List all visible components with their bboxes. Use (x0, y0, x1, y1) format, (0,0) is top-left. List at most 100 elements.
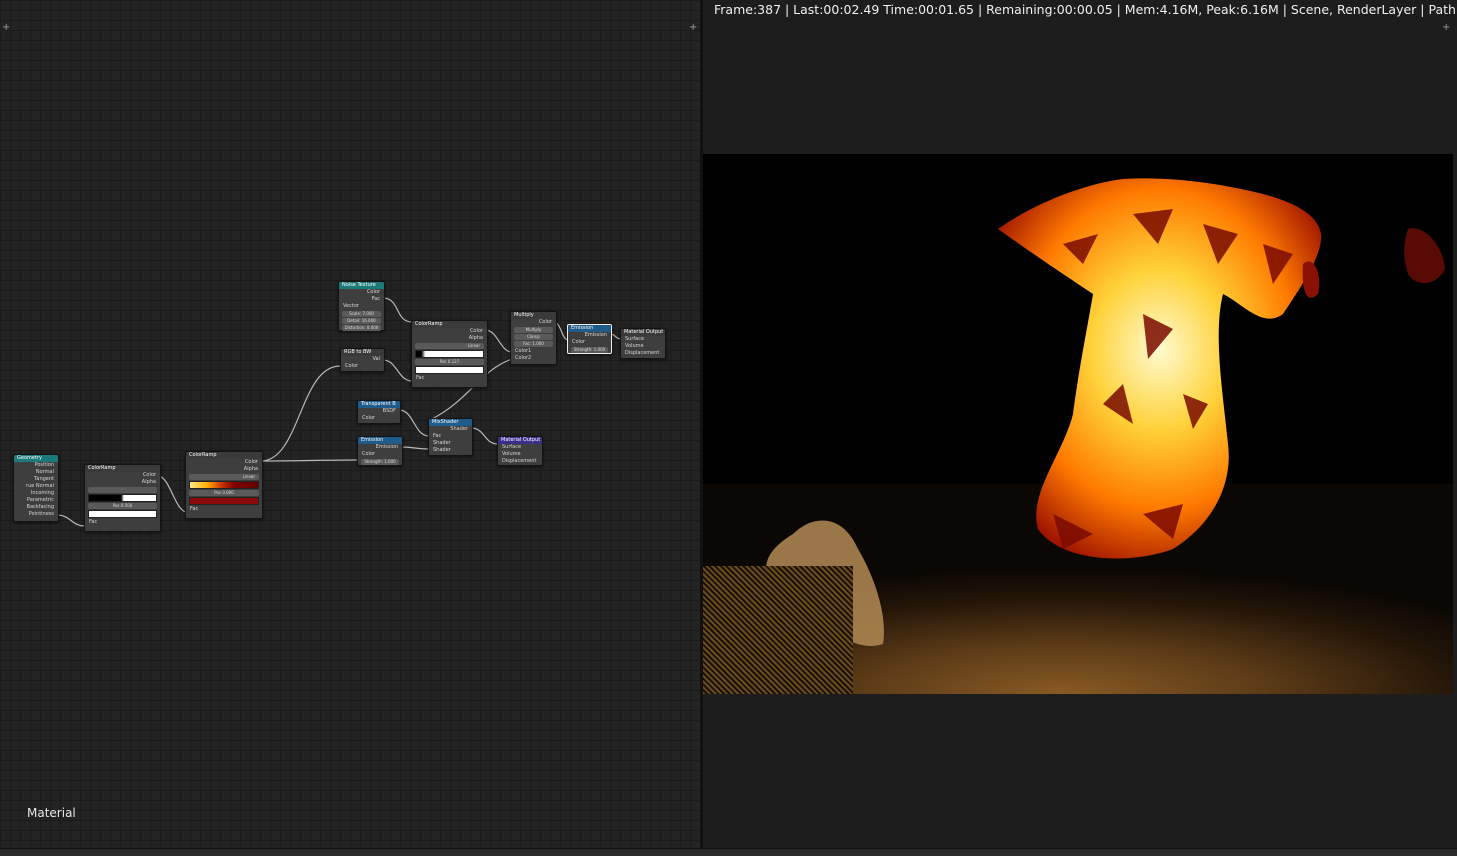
transparent-bsdf-node[interactable]: Transparent B BSDF Color (357, 400, 401, 424)
node-header[interactable]: Emission (358, 437, 402, 444)
link (484, 329, 513, 353)
interpolation-select[interactable]: Linear (415, 343, 484, 349)
strength-field[interactable]: Strength: 1.000 (361, 459, 399, 465)
input-fac: Fac (416, 375, 425, 381)
node-header[interactable]: ColorRamp (85, 465, 160, 472)
input-shader-b: Shader (433, 447, 451, 453)
fac-field[interactable]: Fac: 1.000 (514, 341, 553, 347)
input-color: Color (345, 363, 359, 369)
link (260, 365, 341, 462)
geometry-node[interactable]: Geometry Position Normal Tangent rue Nor… (13, 454, 59, 522)
input-volume: Volume (625, 343, 644, 349)
node-header[interactable]: Material Output (498, 437, 542, 444)
ramp-controls[interactable] (88, 487, 157, 493)
position-value: 0.000 (222, 490, 234, 495)
position-label: Pos (112, 503, 120, 508)
noise-texture-node[interactable]: Noise Texture Color Fac Vector Scale: 7.… (338, 281, 385, 331)
link (470, 427, 499, 445)
node-header[interactable]: Noise Texture (339, 282, 384, 289)
output-emission: Emission (584, 332, 607, 338)
noisy-render-tile (703, 566, 853, 694)
node-header[interactable]: MixShader (429, 419, 472, 426)
render-result-image (703, 154, 1453, 694)
output-incoming: Incoming (30, 490, 54, 496)
input-surface: Surface (625, 336, 645, 342)
material-label: Material (27, 806, 76, 820)
output-alpha: Alpha (141, 479, 156, 485)
interpolation-select[interactable]: Linear (189, 474, 259, 480)
input-surface: Surface (502, 444, 522, 450)
color-swatch[interactable] (88, 510, 157, 518)
input-color2: Color2 (515, 355, 532, 361)
output-bsdf: BSDF (382, 408, 396, 414)
node-header[interactable]: Transparent B (358, 401, 400, 408)
material-output-node[interactable]: Material Output Surface Volume Displacem… (620, 328, 666, 359)
strength-field[interactable]: Strength: 1.000 (571, 347, 608, 353)
node-header[interactable]: ColorRamp (186, 452, 262, 459)
colorramp-node[interactable]: ColorRamp Color Alpha Linear Pos 0.127 F… (411, 320, 488, 388)
input-fac: Fac (190, 506, 199, 512)
node-editor[interactable]: + + Geometry Position Normal Tangent rue… (0, 0, 700, 848)
position-value: 0.127 (447, 359, 460, 364)
multiply-node[interactable]: Multiply Color Multiply Clamp Fac: 1.000… (510, 311, 557, 365)
position-field[interactable]: Pos 0.127 (415, 359, 484, 365)
output-alpha: Alpha (243, 466, 258, 472)
link (382, 359, 413, 382)
color-ramp-bar[interactable] (189, 481, 259, 489)
material-output-node[interactable]: Material Output Surface Volume Displacem… (497, 436, 543, 466)
colorramp-node[interactable]: ColorRamp Color Alpha Pos 0.500 Fac (84, 464, 161, 532)
output-color: Color (538, 319, 552, 325)
input-shader-a: Shader (433, 440, 451, 446)
position-label: Pos (439, 359, 447, 364)
input-fac: Fac (433, 433, 442, 439)
position-field[interactable]: Pos 0.500 (88, 503, 157, 509)
link (157, 475, 188, 513)
node-header[interactable]: Multiply (511, 312, 556, 319)
output-shader: Shader (450, 426, 468, 432)
colorramp-node[interactable]: ColorRamp Color Alpha Linear Pos 0.000 F… (185, 451, 263, 519)
node-header[interactable]: ColorRamp (412, 321, 487, 328)
rgb-to-bw-node[interactable]: RGB to BW Val Color (340, 348, 385, 372)
mix-shader-node[interactable]: MixShader Shader Fac Shader Shader (428, 418, 473, 456)
clamp-checkbox[interactable]: Clamp (514, 334, 553, 340)
emission-node[interactable]: Emission Emission Color Strength: 1.000 (567, 324, 612, 354)
position-value: 0.500 (120, 503, 133, 508)
link (382, 297, 413, 323)
color-swatch[interactable] (189, 497, 259, 505)
area-corner-icon[interactable]: + (1442, 22, 1450, 33)
input-displacement: Displacement (625, 350, 660, 356)
color-swatch[interactable] (415, 366, 484, 374)
color-ramp-bar[interactable] (88, 494, 157, 502)
input-displacement: Displacement (502, 458, 537, 464)
color-ramp-bar[interactable] (415, 350, 484, 358)
scale-field[interactable]: Scale: 7.000 (342, 311, 381, 317)
output-color: Color (469, 328, 483, 334)
input-color: Color (572, 339, 586, 345)
blend-mode-select[interactable]: Multiply (514, 327, 553, 333)
node-header[interactable]: Emission (568, 325, 611, 332)
node-header[interactable]: Material Output (621, 329, 665, 336)
input-color: Color (362, 451, 376, 457)
position-field[interactable]: Pos 0.000 (189, 490, 259, 496)
output-tangent: Tangent (34, 476, 54, 482)
output-normal: Normal (35, 469, 54, 475)
output-parametric: Parametric (26, 497, 54, 503)
output-emission: Emission (375, 444, 398, 450)
node-links (56, 297, 622, 527)
link (260, 459, 360, 462)
distortion-field[interactable]: Distortion: 0.000 (342, 325, 381, 331)
input-color1: Color1 (515, 348, 532, 354)
emission-node[interactable]: Emission Emission Color Strength: 1.000 (357, 436, 403, 466)
output-color: Color (244, 459, 258, 465)
render-status-text: Frame:387 | Last:00:02.49 Time:00:01.65 … (714, 2, 1457, 17)
output-position: Position (34, 462, 54, 468)
position-label: Pos (214, 490, 222, 495)
node-header[interactable]: RGB to BW (341, 349, 384, 356)
node-header[interactable]: Geometry (14, 455, 58, 462)
output-alpha: Alpha (468, 335, 483, 341)
image-editor[interactable]: Frame:387 | Last:00:02.49 Time:00:01.65 … (703, 0, 1457, 848)
input-fac: Fac (89, 519, 98, 525)
output-true-normal: rue Normal (26, 483, 54, 489)
input-color: Color (362, 415, 376, 421)
detail-field[interactable]: Detail: 16.000 (342, 318, 381, 324)
